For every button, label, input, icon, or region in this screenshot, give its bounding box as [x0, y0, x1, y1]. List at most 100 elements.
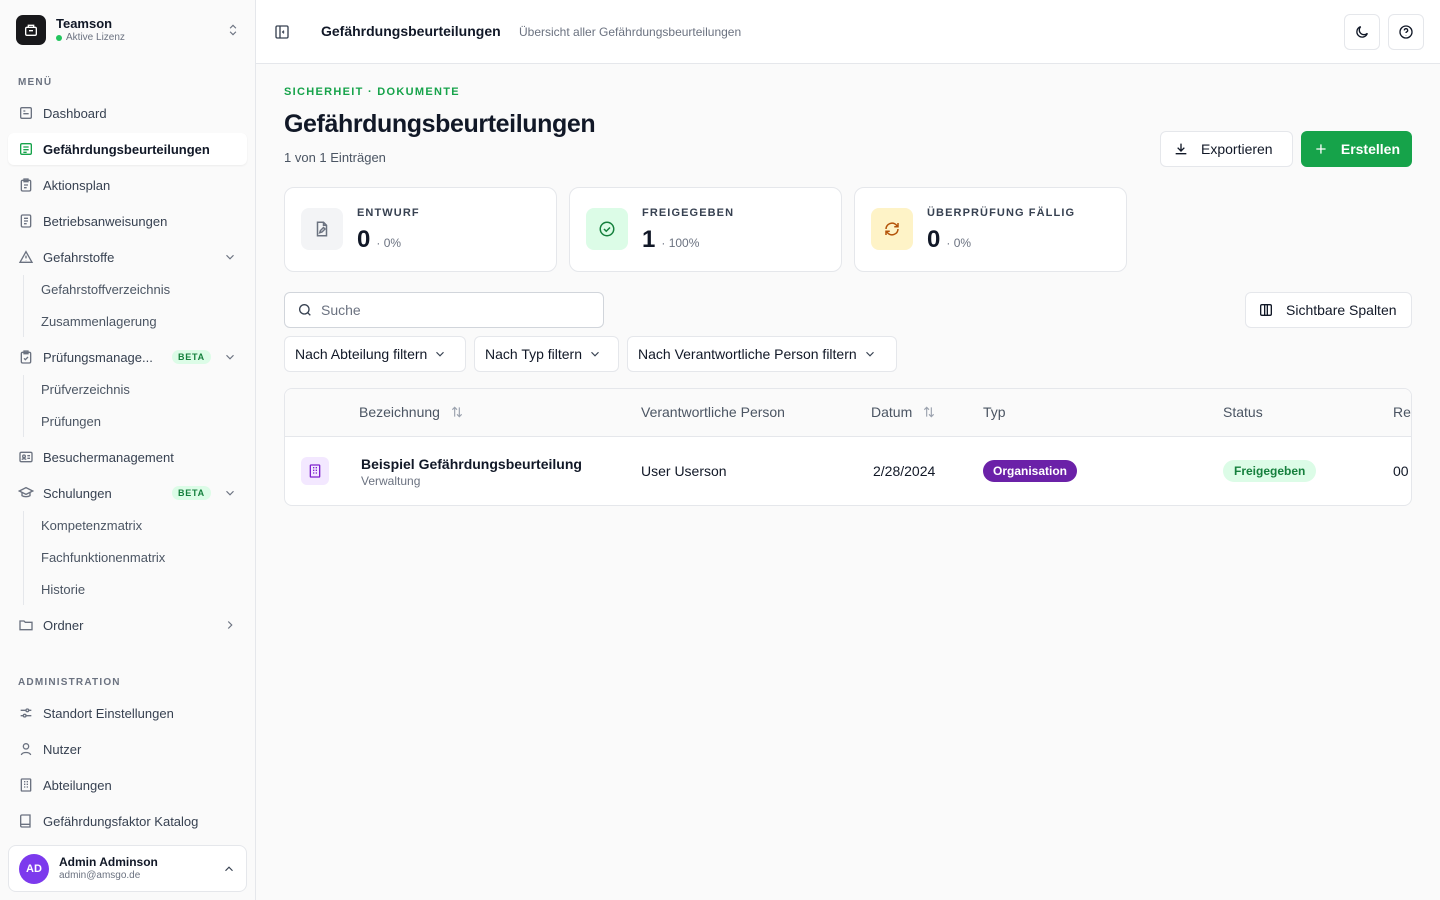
column-header-verantwortliche-person: Verantwortliche Person [641, 404, 785, 420]
sidebar-item-betriebsanweisungen[interactable]: Betriebsanweisungen [8, 205, 247, 237]
user-email: admin@amsgo.de [59, 870, 141, 881]
clipboard-check-icon [20, 350, 32, 364]
warning-triangle-icon [18, 250, 34, 263]
team-logo-icon [16, 15, 46, 45]
column-header-status: Status [1223, 404, 1263, 420]
status-badge: Freigegeben [1223, 460, 1317, 482]
create-button[interactable]: Erstellen [1301, 131, 1412, 167]
id-card-icon [19, 451, 33, 463]
sidebar-item-standort-einstellungen[interactable]: Standort Einstellungen [8, 697, 247, 729]
filter-typ[interactable]: Nach Typ filtern [474, 336, 619, 372]
user-menu[interactable]: AD Admin Adminson admin@amsgo.de [8, 845, 247, 892]
graduation-cap-icon [18, 486, 34, 498]
help-button[interactable] [1388, 14, 1424, 50]
row-date: 2/28/2024 [873, 463, 936, 479]
sidebar: Teamson Aktive Lizenz MENÜ Dashboard Gef… [0, 0, 256, 900]
sidebar-item-gefahrstoffverzeichnis[interactable]: Gefahrstoffverzeichnis [33, 275, 178, 303]
columns-icon [1260, 304, 1272, 316]
menu-section-label: MENÜ [18, 77, 53, 88]
status-dot-icon [56, 35, 62, 41]
data-table: Bezeichnung Verantwortliche Person Datum… [284, 388, 1412, 506]
row-name[interactable]: Beispiel Gefährdungsbeurteilung [361, 455, 582, 473]
sidebar-item-schulungen[interactable]: Schulungen BETA [8, 477, 247, 509]
sidebar-item-aktionsplan[interactable]: Aktionsplan [8, 169, 247, 201]
search-box [284, 292, 604, 328]
sidebar-toggle-icon[interactable] [274, 24, 290, 40]
admin-section-label: ADMINISTRATION [18, 677, 121, 688]
export-button[interactable]: Exportieren [1160, 131, 1293, 167]
stat-label: ÜBERPRÜFUNG FÄLLIG [927, 207, 1076, 219]
file-text-icon [20, 214, 32, 228]
sidebar-item-besuchermanagement[interactable]: Besuchermanagement [8, 441, 247, 473]
sidebar-item-nutzer[interactable]: Nutzer [8, 733, 247, 765]
breadcrumb: SICHERHEIT · DOKUMENTE [284, 86, 460, 98]
sort-icon [924, 406, 935, 418]
team-name: Teamson [56, 16, 113, 31]
stat-value: 1 [642, 226, 656, 253]
sidebar-item-gefahrstoffe[interactable]: Gefahrstoffe [8, 241, 247, 273]
stat-percent: · 100% [661, 236, 700, 250]
sidebar-item-fachfunktionenmatrix[interactable]: Fachfunktionenmatrix [33, 543, 173, 571]
row-person: User Userson [641, 463, 727, 479]
sidebar-item-gefaehrdungsfaktor-katalog[interactable]: Gefährdungsfaktor Katalog [8, 805, 247, 837]
topbar-title: Gefährdungsbeurteilungen [321, 23, 501, 39]
search-input[interactable] [321, 302, 581, 318]
filter-verantwortliche-person[interactable]: Nach Verantwortliche Person filtern [627, 336, 897, 372]
sidebar-item-zusammenlagerung[interactable]: Zusammenlagerung [33, 307, 165, 335]
column-header-typ: Typ [983, 404, 1006, 420]
entry-count: 1 von 1 Einträgen [284, 150, 386, 165]
stat-card-freigegeben: FREIGEGEBEN 1 · 100% [569, 187, 842, 272]
chevron-down-icon [226, 490, 234, 496]
chevron-right-icon [227, 621, 233, 629]
column-header-revision: Re [1393, 404, 1411, 420]
avatar: AD [19, 853, 49, 884]
user-icon [20, 743, 32, 756]
beta-badge: BETA [171, 350, 211, 364]
team-switcher[interactable]: Teamson Aktive Lizenz [8, 8, 248, 52]
folder-icon [19, 620, 33, 631]
table-header: Bezeichnung Verantwortliche Person Datum… [285, 389, 1411, 437]
sidebar-item-pruefungsmanagement[interactable]: Prüfungsmanage... BETA [8, 341, 247, 373]
row-revision: 00 [1393, 463, 1409, 479]
submenu-line [23, 275, 24, 337]
stat-value: 0 [357, 226, 371, 253]
file-edit-icon [301, 208, 343, 250]
sidebar-item-dashboard[interactable]: Dashboard [8, 97, 247, 129]
stat-card-entwurf: ENTWURF 0 · 0% [284, 187, 557, 272]
theme-toggle-button[interactable] [1344, 14, 1380, 50]
document-list-icon [20, 143, 32, 155]
stat-label: ENTWURF [357, 207, 420, 219]
sidebar-item-ordner[interactable]: Ordner [8, 609, 247, 641]
sort-icon [451, 406, 463, 418]
sidebar-item-historie[interactable]: Historie [33, 575, 93, 603]
moon-icon [1356, 26, 1368, 38]
row-department: Verwaltung [361, 474, 421, 488]
chevron-down-icon [436, 351, 445, 357]
sidebar-item-gefaehrdungsbeurteilungen[interactable]: Gefährdungsbeurteilungen [8, 133, 247, 165]
column-header-datum[interactable]: Datum [871, 404, 936, 420]
type-badge: Organisation [983, 460, 1078, 482]
help-circle-icon [1399, 25, 1413, 39]
clipboard-icon [20, 178, 32, 192]
building-icon [301, 457, 329, 485]
chevron-up-icon [225, 865, 233, 871]
sliders-icon [20, 708, 32, 718]
chevron-up-down-icon [229, 24, 237, 36]
column-header-bezeichnung[interactable]: Bezeichnung [359, 404, 464, 420]
beta-badge: BETA [171, 486, 211, 500]
sidebar-item-pruefungen[interactable]: Prüfungen [33, 407, 109, 435]
download-icon [1175, 143, 1187, 155]
visible-columns-button[interactable]: Sichtbare Spalten [1245, 292, 1412, 328]
sidebar-item-abteilungen[interactable]: Abteilungen [8, 769, 247, 801]
search-icon [299, 304, 311, 316]
table-row[interactable]: Beispiel Gefährdungsbeurteilung Verwaltu… [285, 438, 1411, 505]
sidebar-item-pruefverzeichnis[interactable]: Prüfverzeichnis [33, 375, 138, 403]
main-content: SICHERHEIT · DOKUMENTE Gefährdungsbeurte… [256, 64, 1440, 884]
sidebar-item-kompetenzmatrix[interactable]: Kompetenzmatrix [33, 511, 150, 539]
chevron-down-icon [591, 351, 599, 357]
topbar: Gefährdungsbeurteilungen Übersicht aller… [256, 0, 1440, 64]
stat-percent: · 0% [376, 236, 402, 250]
page-title: Gefährdungsbeurteilungen [284, 110, 596, 138]
filter-abteilung[interactable]: Nach Abteilung filtern [284, 336, 466, 372]
refresh-icon [871, 208, 913, 250]
